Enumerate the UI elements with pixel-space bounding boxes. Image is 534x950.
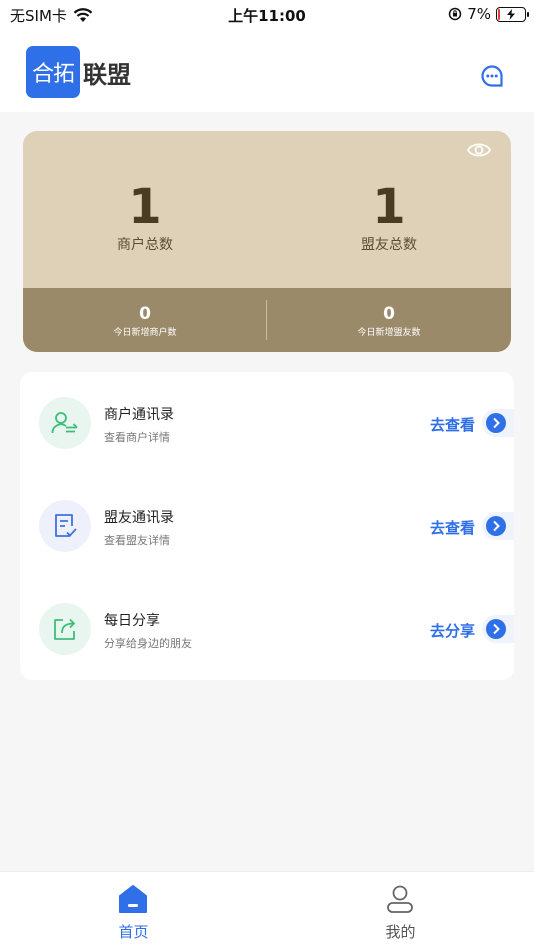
- battery-fill: [498, 8, 500, 20]
- ally-total-label: 盟友总数: [361, 237, 417, 253]
- view-merchant-button[interactable]: 去查看: [430, 414, 475, 435]
- merchant-total-label: 商户总数: [117, 237, 173, 253]
- battery-icon: [496, 6, 529, 22]
- stats-card: 1 商户总数 1 盟友总数 0 今日新增商户数 0 今日新增盟友数: [23, 131, 511, 352]
- today-stats-bar: 0 今日新增商户数 0 今日新增盟友数: [23, 288, 511, 352]
- status-bar: 无SIM卡 上午11:00 7%: [0, 0, 534, 28]
- tab-home-label: 首页: [118, 923, 149, 941]
- list-item-merchant-contacts[interactable]: 商户通讯录 查看商户详情 去查看: [20, 372, 514, 476]
- document-check-icon: [39, 500, 91, 552]
- today-merchant-value: 0: [139, 304, 151, 324]
- ally-total-stat: 1 盟友总数: [267, 131, 511, 288]
- battery-percent: 7%: [467, 5, 491, 23]
- user-icon: [387, 885, 413, 913]
- tab-home[interactable]: 首页: [0, 872, 267, 950]
- today-merchant-label: 今日新增商户数: [113, 328, 177, 338]
- ally-total-value: 1: [372, 179, 406, 235]
- home-icon: [119, 885, 147, 913]
- status-right: 7%: [448, 5, 529, 23]
- list-item-subtitle: 查看盟友详情: [104, 534, 170, 547]
- share-button[interactable]: 去分享: [430, 620, 475, 641]
- logo-badge: 合拓: [26, 46, 80, 98]
- logo-text: 联盟: [83, 60, 131, 89]
- list-item-ally-contacts[interactable]: 盟友通讯录 查看盟友详情 去查看: [20, 475, 514, 579]
- merchant-total-value: 1: [128, 179, 162, 235]
- app-logo: 合拓 联盟: [26, 46, 131, 98]
- charging-bolt-icon: [507, 8, 515, 20]
- today-ally-value: 0: [383, 304, 395, 324]
- bottom-tab-bar: 首页 我的: [0, 871, 534, 950]
- chevron-right-icon[interactable]: [482, 409, 514, 437]
- orientation-lock-icon: [448, 7, 462, 21]
- tab-mine[interactable]: 我的: [267, 872, 534, 950]
- chevron-right-icon[interactable]: [482, 512, 514, 540]
- chevron-right-icon[interactable]: [482, 615, 514, 643]
- list-item-title: 盟友通讯录: [104, 510, 174, 526]
- view-ally-button[interactable]: 去查看: [430, 517, 475, 538]
- today-merchant-stat: 0 今日新增商户数: [23, 288, 267, 352]
- list-item-subtitle: 查看商户详情: [104, 431, 170, 444]
- today-ally-label: 今日新增盟友数: [357, 328, 421, 338]
- merchant-total-stat: 1 商户总数: [23, 131, 267, 288]
- tab-mine-label: 我的: [385, 923, 416, 941]
- app-header: 合拓 联盟: [0, 28, 534, 112]
- feature-list: 商户通讯录 查看商户详情 去查看 盟友通讯录 查看盟友详情 去查看 每日分享 分…: [20, 372, 514, 680]
- list-item-subtitle: 分享给身边的朋友: [104, 637, 192, 650]
- list-item-title: 商户通讯录: [104, 407, 174, 423]
- today-ally-stat: 0 今日新增盟友数: [267, 288, 511, 352]
- chat-bubble-icon[interactable]: [480, 64, 504, 88]
- list-item-daily-share[interactable]: 每日分享 分享给身边的朋友 去分享: [20, 578, 514, 682]
- share-icon: [39, 603, 91, 655]
- list-item-title: 每日分享: [104, 613, 160, 629]
- user-transfer-icon: [39, 397, 91, 449]
